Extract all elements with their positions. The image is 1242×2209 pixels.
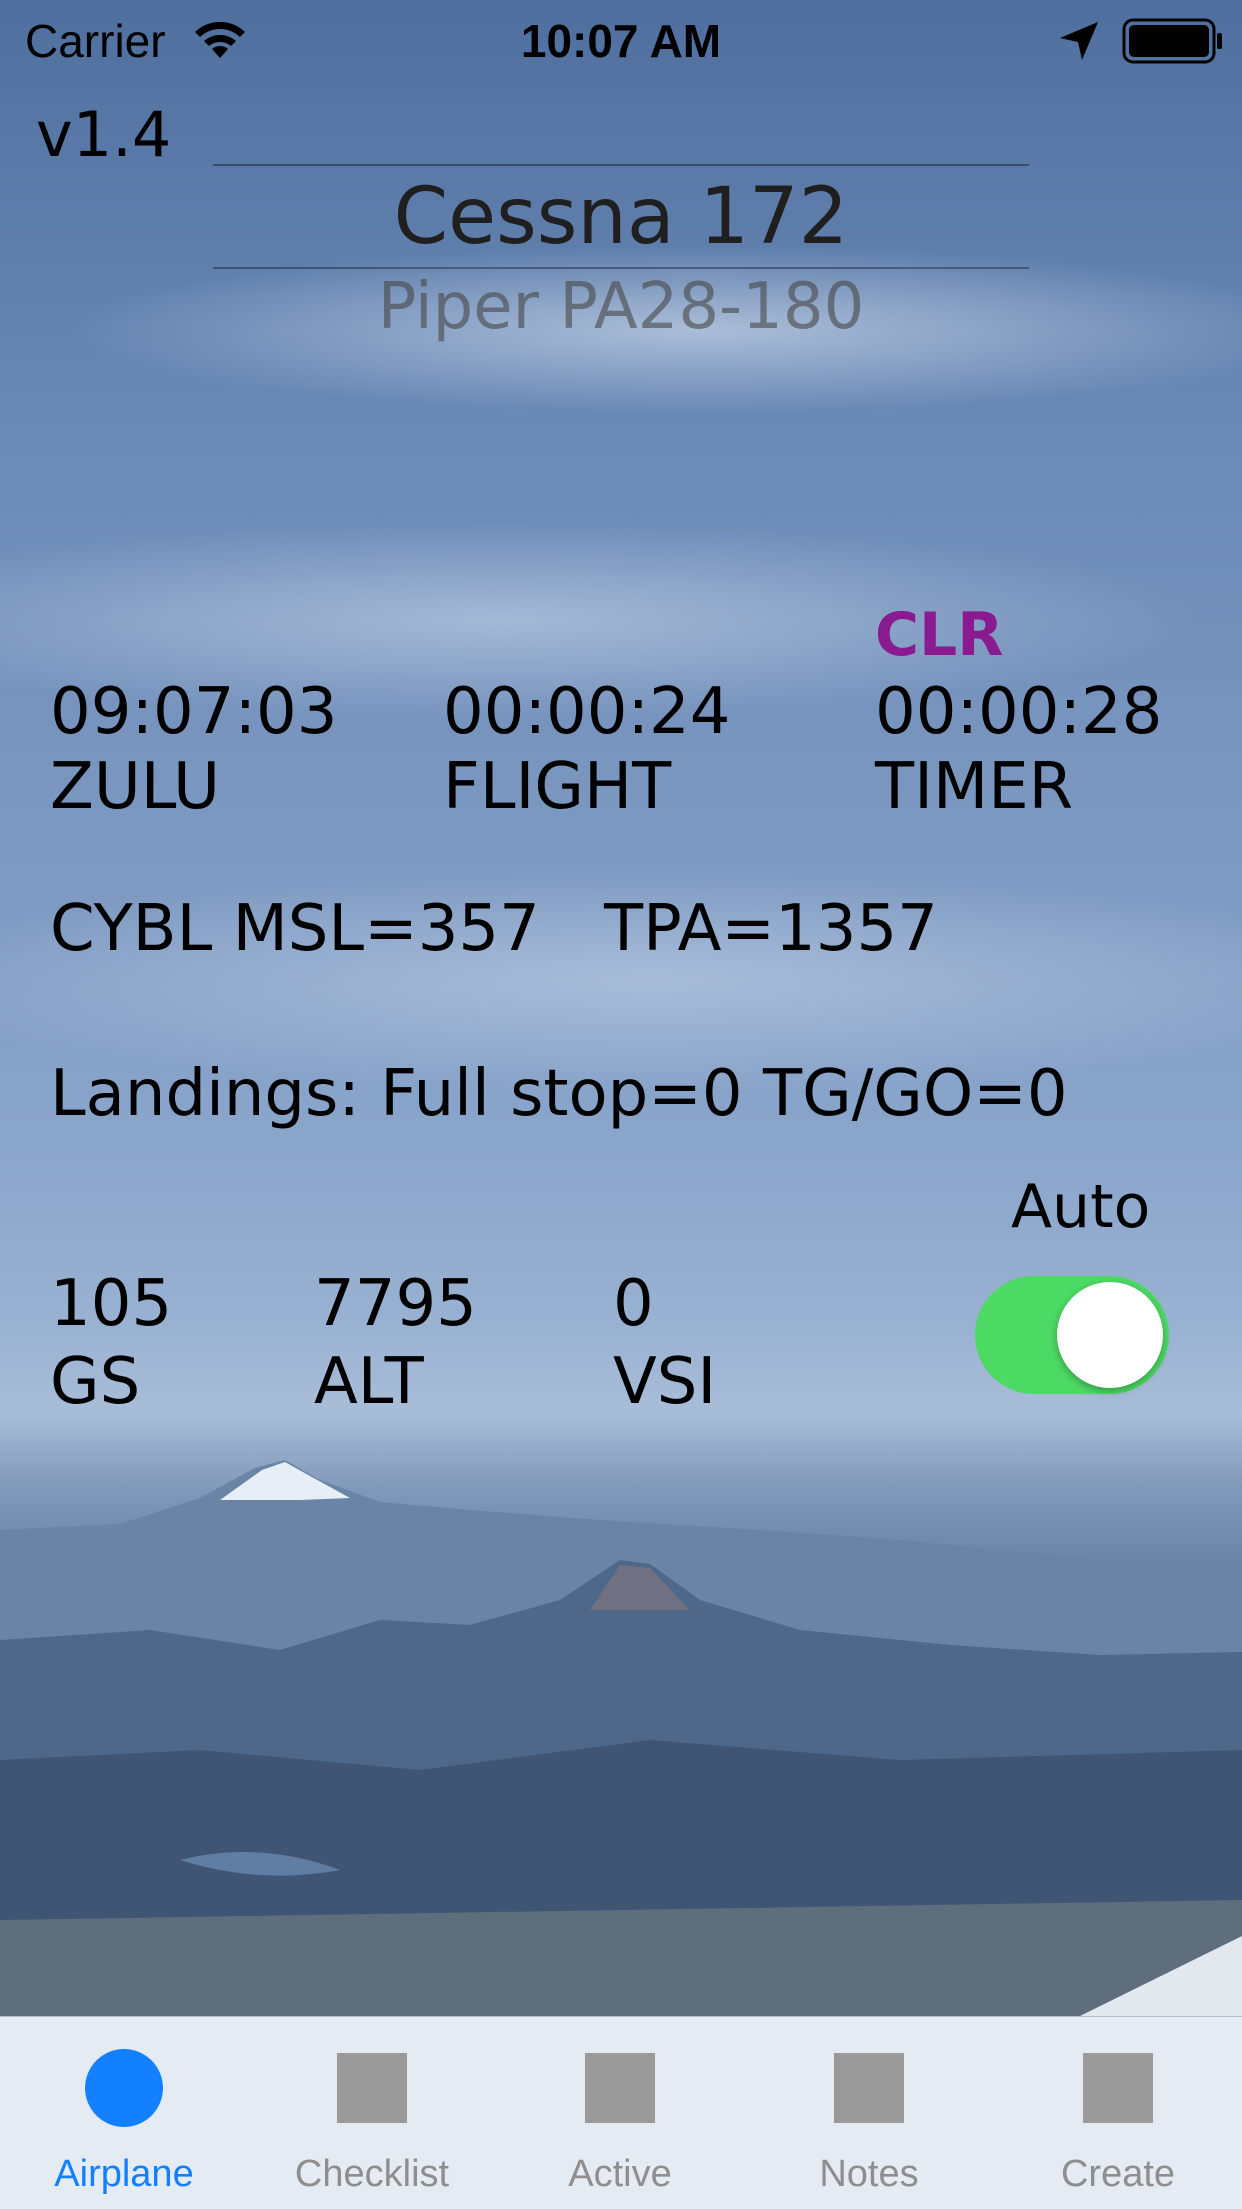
flight-label: FLIGHT [443,750,672,824]
auto-toggle[interactable] [975,1276,1169,1394]
flight-time-value: 00:00:24 [443,675,731,749]
timer-value[interactable]: 00:00:28 [875,675,1162,749]
version-label: v1.4 [36,98,172,171]
traffic-pattern-altitude-text: TPA=1357 [604,892,938,966]
ground-speed-label: GS [50,1345,141,1419]
toggle-knob [1057,1282,1163,1388]
timer-label: TIMER [875,750,1074,824]
altitude-value: 7795 [314,1267,477,1341]
location-arrow-icon [1060,22,1098,60]
checklist-tab-square-icon [337,2053,407,2123]
picker-bottom-divider [213,267,1029,269]
zulu-time-value: 09:07:03 [50,675,338,749]
auto-label: Auto [1011,1172,1151,1242]
landings-counter[interactable]: Landings: Full stop=0 TG/GO=0 [50,1057,1068,1131]
tab-notes[interactable]: Notes [745,2017,993,2209]
aircraft-picker-option[interactable]: Piper PA28-180 [0,270,1242,344]
ground-speed-value: 105 [50,1267,173,1341]
aircraft-picker-selected[interactable]: Cessna 172 [0,172,1242,262]
tab-checklist[interactable]: Checklist [248,2017,496,2209]
tab-create[interactable]: Create [994,2017,1242,2209]
status-time: 10:07 AM [520,15,722,67]
airport-msl-text: CYBL MSL=357 [50,892,540,966]
background-mountains [0,1460,1242,2016]
tab-airplane[interactable]: Airplane [0,2017,248,2209]
battery-icon [1122,18,1222,64]
tab-label: Active [568,2153,672,2195]
vsi-label: VSI [613,1345,717,1419]
picker-top-divider [213,164,1029,166]
create-tab-square-icon [1083,2053,1153,2123]
tab-active[interactable]: Active [496,2017,744,2209]
tab-bar: Airplane Checklist Active Notes Create [0,2016,1242,2209]
tab-label: Notes [819,2153,919,2195]
tab-label: Checklist [294,2153,450,2195]
tab-label: Airplane [54,2153,194,2195]
tab-label: Create [1060,2153,1176,2195]
notes-tab-square-icon [834,2053,904,2123]
altitude-label: ALT [314,1345,424,1419]
vsi-value: 0 [613,1267,654,1341]
airplane-tab-circle-icon [85,2049,163,2127]
zulu-label: ZULU [50,750,220,824]
active-tab-square-icon [585,2053,655,2123]
clear-timer-button[interactable]: CLR [875,600,1003,670]
status-bar: Carrier 10:07 AM [0,0,1242,80]
